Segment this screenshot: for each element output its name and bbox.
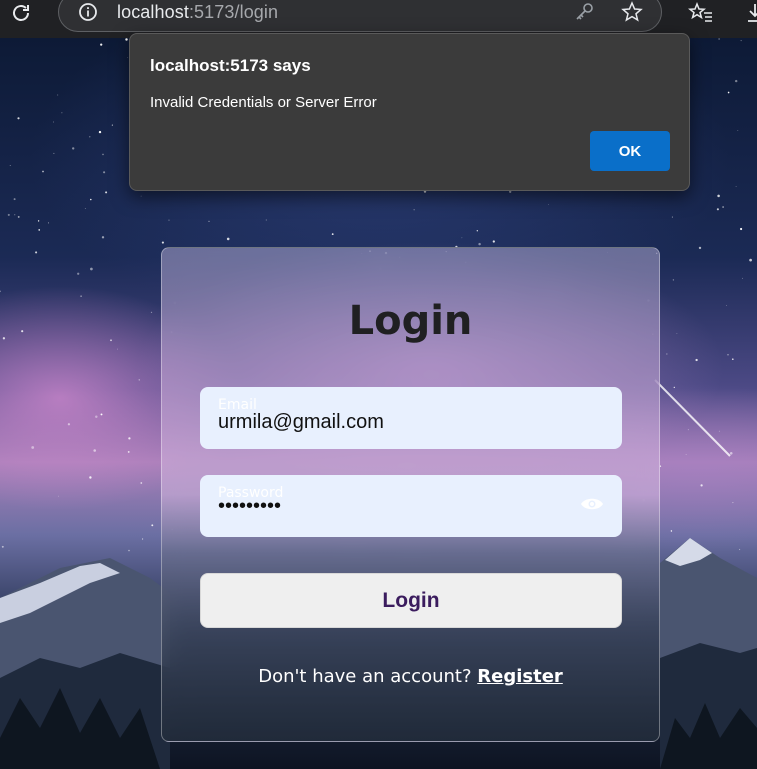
login-button[interactable]: Login	[200, 573, 622, 628]
favorites-list-icon[interactable]	[686, 0, 716, 28]
email-field[interactable]: Email urmila@gmail.com	[200, 387, 622, 449]
password-field[interactable]: Password •••••••••	[200, 475, 622, 537]
dialog-ok-button[interactable]: OK	[590, 131, 670, 171]
register-prompt-text: Don't have an account?	[258, 666, 472, 687]
dialog-title: localhost:5173 says	[150, 56, 311, 75]
register-link[interactable]: Register	[477, 666, 563, 687]
address-bar[interactable]: localhost:5173/login	[58, 0, 662, 32]
url-text: localhost:5173/login	[117, 1, 279, 22]
dialog-message: Invalid Credentials or Server Error	[150, 94, 377, 111]
login-title: Login	[348, 298, 473, 344]
bookmark-star-icon[interactable]	[621, 1, 643, 28]
password-value[interactable]: •••••••••	[218, 495, 281, 518]
site-info-icon[interactable]	[77, 1, 99, 23]
login-card: Login Email urmila@gmail.com Password ••…	[161, 247, 660, 742]
register-prompt: Don't have an account? Register	[162, 666, 659, 687]
key-icon[interactable]	[573, 1, 595, 28]
alert-dialog: localhost:5173 says Invalid Credentials …	[129, 33, 690, 191]
download-icon[interactable]	[740, 0, 757, 28]
reload-icon[interactable]	[6, 0, 36, 28]
show-password-eye-icon[interactable]	[580, 495, 604, 518]
email-value[interactable]: urmila@gmail.com	[218, 411, 384, 434]
